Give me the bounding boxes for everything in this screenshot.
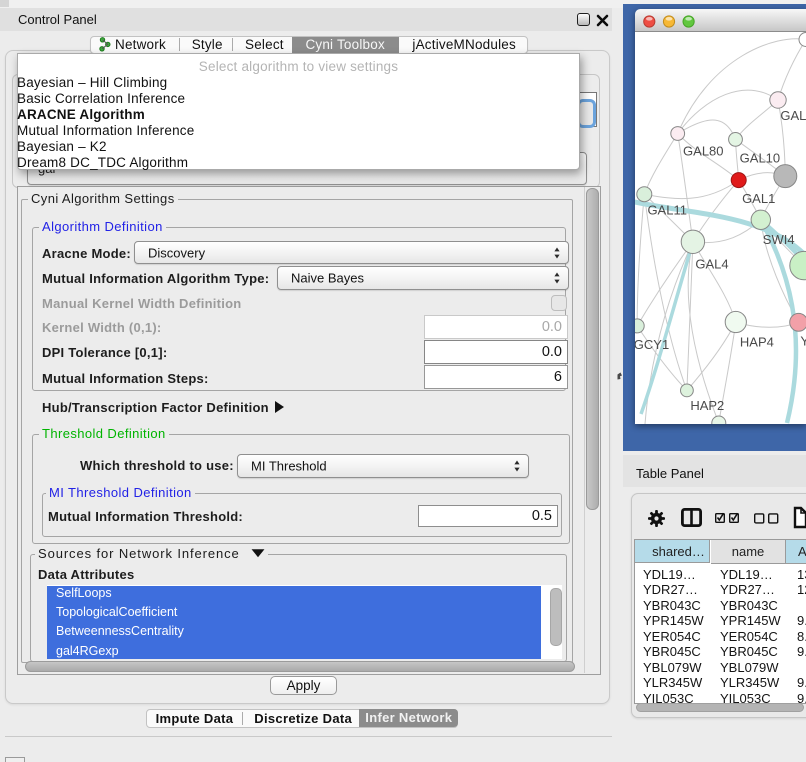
svg-text:GAL11: GAL11: [647, 202, 687, 217]
svg-text:GAL10: GAL10: [740, 151, 780, 166]
svg-text:GAL1: GAL1: [742, 191, 775, 206]
svg-text:Y: Y: [800, 334, 806, 349]
svg-text:GAL80: GAL80: [683, 143, 723, 158]
svg-text:GAL7: GAL7: [780, 108, 806, 123]
svg-text:GCY1: GCY1: [635, 337, 669, 352]
svg-text:HAP2: HAP2: [690, 398, 724, 413]
svg-text:SWI4: SWI4: [763, 232, 795, 247]
svg-text:GAL4: GAL4: [695, 256, 728, 271]
svg-text:HAP4: HAP4: [740, 334, 774, 349]
